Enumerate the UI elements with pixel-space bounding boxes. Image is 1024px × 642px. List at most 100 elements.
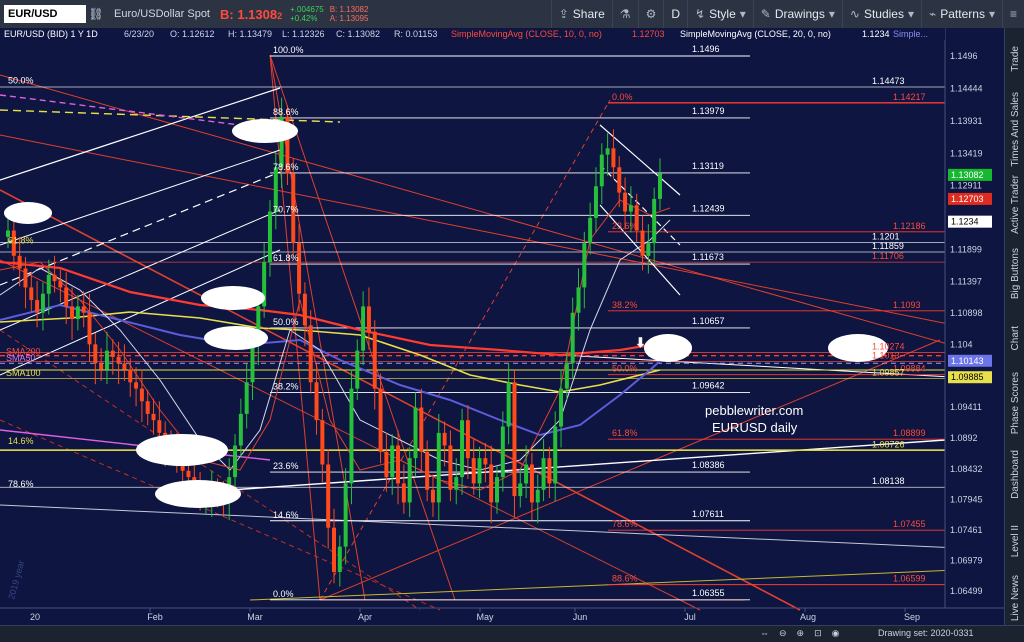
candle bbox=[93, 332, 98, 385]
candle bbox=[419, 388, 424, 473]
fib-level-price: 1.13979 bbox=[692, 106, 725, 116]
year-label: 2019 year bbox=[6, 559, 26, 600]
header-more: Simple... bbox=[893, 29, 928, 39]
fib-level-label: 23.6% bbox=[612, 221, 638, 231]
ask-value: A: 1.13095 bbox=[329, 14, 369, 23]
sidebar-tab-label: Trade bbox=[1009, 46, 1021, 72]
chevron-down-icon: ▾ bbox=[828, 7, 835, 21]
candle bbox=[524, 445, 529, 498]
candle bbox=[81, 291, 86, 328]
candle bbox=[454, 458, 459, 505]
y-tick-label: 1.11899 bbox=[950, 245, 982, 255]
zoom-out-icon[interactable]: ⊖ bbox=[779, 628, 787, 639]
price-chart[interactable]: ⬇ 100.0% 1.1496 88.6% 1.13979 78.6% 1.13119 70… bbox=[0, 28, 1005, 625]
fib-level-label: 78.6% bbox=[273, 162, 299, 172]
sidebar-tab-dashboard[interactable]: Dashboard bbox=[1005, 438, 1024, 510]
fib-level-price: 1.14217 bbox=[893, 92, 926, 102]
sidebar-tab-label: Level II bbox=[1009, 524, 1021, 558]
settings-button[interactable]: ⚙ bbox=[637, 0, 664, 28]
fib-level-label: 88.6% bbox=[612, 574, 638, 584]
fib-level-price: 1.09642 bbox=[692, 380, 725, 390]
flask-button[interactable]: ⚗ bbox=[611, 0, 638, 28]
sidebar-tab-label: Chart bbox=[1009, 325, 1021, 351]
candle bbox=[320, 408, 325, 483]
price-level-label: 1.08138 bbox=[872, 476, 905, 486]
chart-area[interactable]: ⬇ 100.0% 1.1496 88.6% 1.13979 78.6% 1.13119 70… bbox=[0, 28, 1005, 625]
x-tick-label: Jun bbox=[573, 612, 588, 622]
header-open: O: 1.12612 bbox=[170, 29, 215, 39]
change-pct: +0.42% bbox=[290, 14, 318, 23]
candle bbox=[570, 297, 575, 378]
x-tick-label: 20 bbox=[30, 612, 40, 622]
red-trend-line bbox=[0, 134, 1005, 336]
fib-level-label: 23.6% bbox=[273, 461, 299, 471]
fib-level-label: 0.0% bbox=[273, 589, 294, 599]
y-tick-label: 1.11397 bbox=[950, 276, 982, 286]
fib-level-price: 1.12439 bbox=[692, 203, 725, 213]
fib-level-price: 1.08386 bbox=[692, 460, 725, 470]
highlight-oval bbox=[155, 480, 241, 508]
studies-label: Studies bbox=[863, 7, 904, 21]
svg-text:1.13082: 1.13082 bbox=[951, 170, 984, 180]
sidebar-tab-level-ii[interactable]: Level II bbox=[1005, 510, 1024, 572]
drag-icon[interactable]: ⇔ bbox=[760, 628, 769, 639]
eye-icon[interactable]: ◉ bbox=[832, 628, 840, 639]
symbol-input[interactable]: EUR/USD bbox=[4, 5, 86, 23]
sidebar-tab-chart[interactable]: Chart bbox=[1005, 308, 1024, 368]
menu-button[interactable]: ≡ bbox=[1001, 0, 1024, 28]
link-icon[interactable]: ⛓ bbox=[86, 4, 106, 24]
fib-level-label: 0.0% bbox=[612, 92, 633, 102]
last-price: B: 1.13082 bbox=[220, 7, 282, 22]
candle bbox=[518, 468, 523, 508]
sidebar-tab-big-buttons[interactable]: Big Buttons bbox=[1005, 240, 1024, 308]
drawing-set[interactable]: Drawing set: 2020-0331 bbox=[878, 628, 974, 638]
candle bbox=[75, 295, 80, 331]
fit-icon[interactable]: ⊡ bbox=[814, 628, 822, 639]
white-trend-line bbox=[0, 504, 1005, 551]
studies-button[interactable]: ∿ Studies ▾ bbox=[841, 0, 921, 28]
price-tag: 1.12703 bbox=[948, 192, 992, 205]
zoom-in-icon[interactable]: ⊕ bbox=[797, 628, 805, 639]
fib-level-price: 1.07611 bbox=[692, 509, 724, 519]
y-tick-label: 1.08432 bbox=[950, 464, 983, 474]
candle bbox=[593, 167, 598, 233]
sidebar-tab-times-and-sales[interactable]: Times And Sales bbox=[1005, 90, 1024, 168]
candle bbox=[99, 348, 104, 382]
price-level-label: 1.08726 bbox=[872, 440, 905, 450]
candle bbox=[483, 442, 488, 483]
x-tick-label: Feb bbox=[147, 612, 163, 622]
patterns-button[interactable]: ⌁ Patterns ▾ bbox=[921, 0, 1002, 28]
candle bbox=[535, 474, 540, 524]
svg-text:1.10143: 1.10143 bbox=[951, 356, 984, 366]
price-level-label: 1.09857 bbox=[872, 367, 905, 377]
fib-level-label: 61.8% bbox=[612, 428, 638, 438]
style-button[interactable]: ↯ Style ▾ bbox=[687, 0, 753, 28]
candle bbox=[605, 133, 610, 176]
candle bbox=[145, 389, 150, 426]
watermark-site: pebblewriter.com bbox=[705, 403, 803, 418]
share-button[interactable]: ⇪ Share bbox=[550, 0, 612, 28]
sidebar-tab-trade[interactable]: Trade bbox=[1005, 28, 1024, 90]
price-tag: 1.09885 bbox=[948, 371, 992, 384]
x-tick-label: May bbox=[476, 612, 494, 622]
x-tick-label: Aug bbox=[800, 612, 816, 622]
x-tick-label: Sep bbox=[904, 612, 920, 622]
candle bbox=[372, 320, 377, 410]
period-button[interactable]: D bbox=[663, 0, 687, 28]
candle bbox=[337, 535, 342, 587]
svg-text:1.12703: 1.12703 bbox=[951, 194, 984, 204]
y-tick-label: 1.1496 bbox=[950, 51, 978, 61]
down-arrow-icon: ⬇ bbox=[635, 335, 646, 350]
drawings-button[interactable]: ✎ Drawings ▾ bbox=[752, 0, 842, 28]
candle bbox=[355, 339, 360, 400]
candle bbox=[465, 405, 470, 480]
candle bbox=[110, 339, 115, 375]
fib-level-price: 1.13119 bbox=[692, 161, 724, 171]
sidebar-tab-live-news[interactable]: Live News bbox=[1005, 572, 1024, 625]
ma-label: SMA100 bbox=[6, 368, 41, 378]
sidebar-tab-phase-scores[interactable]: Phase Scores bbox=[1005, 368, 1024, 438]
sidebar-tab-active-trader[interactable]: Active Trader bbox=[1005, 168, 1024, 240]
candle bbox=[471, 439, 476, 495]
fib-level-label: 38.2% bbox=[612, 300, 638, 310]
candle bbox=[512, 370, 517, 517]
